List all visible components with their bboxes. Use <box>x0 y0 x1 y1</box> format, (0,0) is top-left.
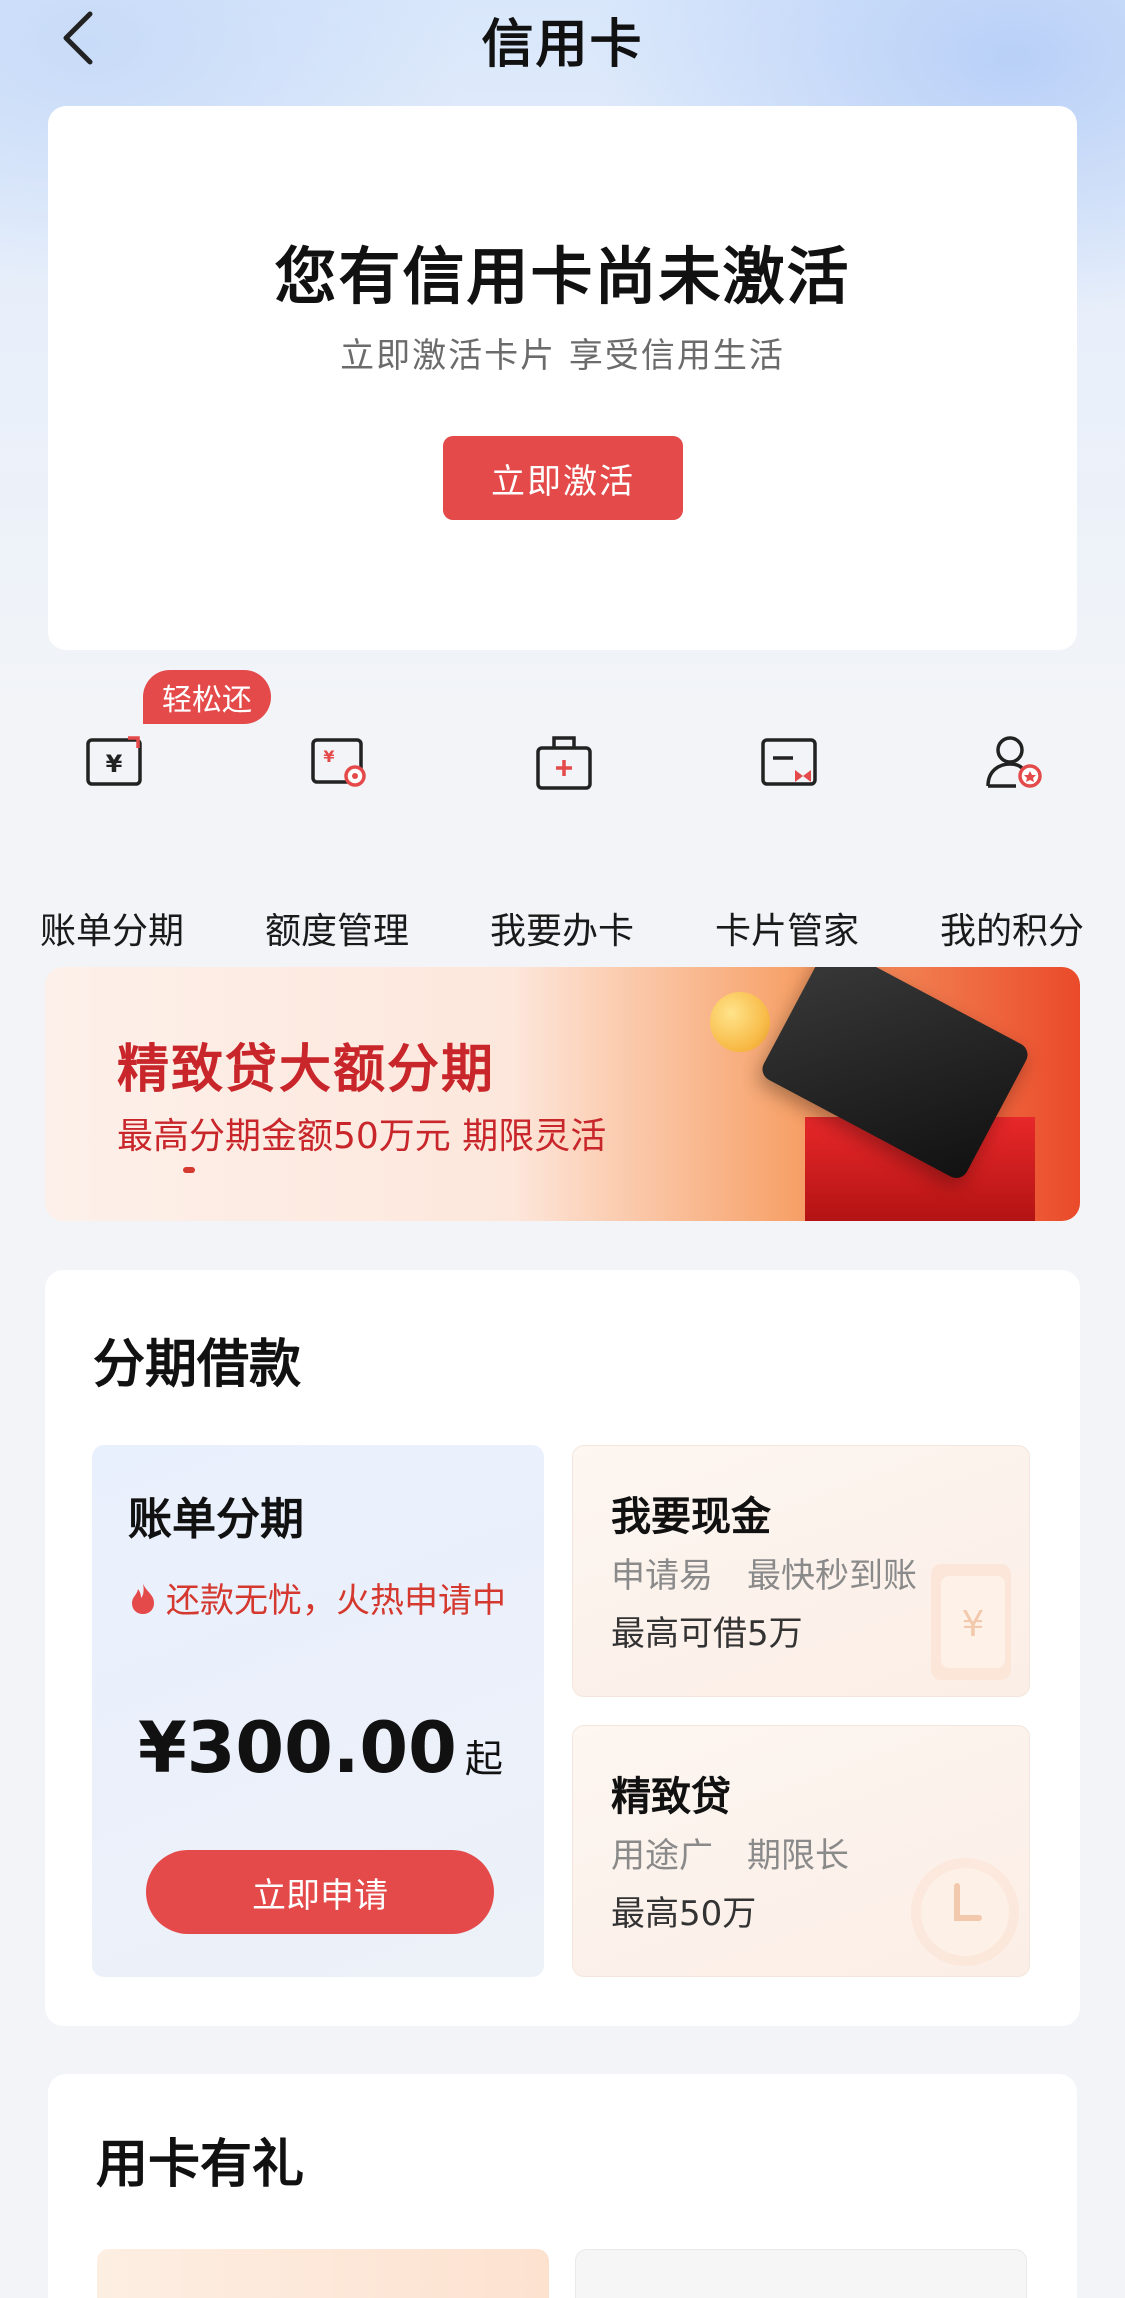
quick-item-bill-installment[interactable]: ¥ 账单分期 <box>12 730 212 952</box>
quick-item-label: 卡片管家 <box>714 911 859 952</box>
page-title: 信用卡 <box>481 15 644 75</box>
quick-item-label: 我要办卡 <box>489 911 634 952</box>
fire-icon <box>132 1582 154 1614</box>
bill-installment-icon: ¥ <box>86 736 142 786</box>
quick-item-label: 账单分期 <box>39 911 184 952</box>
bill-installment-title: 账单分期 <box>128 1494 304 1545</box>
jingzhi-loan-desc: 用途广 期限长 <box>611 1836 849 1876</box>
amount-suffix: 起 <box>464 1737 503 1781</box>
bill-installment-panel[interactable]: 账单分期 还款无忧，火热申请中 ¥300.00 起 立即申请 <box>92 1445 544 1977</box>
quick-menu: 轻松还 ¥ 账单分期 ¥ 额度管理 我要办卡 卡片管家 我的积分 <box>0 670 1125 952</box>
quick-item-my-points[interactable]: 我的积分 <box>912 730 1112 952</box>
quick-item-card-manager[interactable]: 卡片管家 <box>687 730 887 952</box>
quick-item-label: 额度管理 <box>264 911 409 952</box>
carousel-indicator <box>183 1167 195 1173</box>
svg-text:¥: ¥ <box>106 750 123 778</box>
limit-management-icon: ¥ <box>311 738 366 787</box>
cash-loan-max: 最高可借5万 <box>611 1614 803 1654</box>
banner-title: 精致贷大额分期 <box>117 1039 496 1100</box>
top-bar: 信用卡 <box>0 0 1125 76</box>
svg-text:¥: ¥ <box>323 747 334 766</box>
activation-card: 您有信用卡尚未激活 立即激活卡片 享受信用生活 立即激活 <box>48 106 1077 650</box>
promo-banner[interactable]: 精致贷大额分期 最高分期金额50万元 期限灵活 <box>45 967 1080 1221</box>
yuan-note-icon: ¥ <box>931 1564 1011 1680</box>
section-title: 分期借款 <box>93 1335 302 1395</box>
hot-promo-label: 还款无忧，火热申请中 <box>166 1581 506 1621</box>
card-manager-icon <box>761 738 817 786</box>
cash-loan-desc: 申请易 最快秒到账 <box>611 1556 917 1596</box>
quick-item-apply-card[interactable]: 我要办卡 <box>462 730 662 952</box>
apply-now-button[interactable]: 立即申请 <box>146 1850 494 1934</box>
activation-title: 您有信用卡尚未激活 <box>274 240 851 313</box>
card-rewards-card: 用卡有礼 <box>48 2074 1077 2298</box>
activate-now-button[interactable]: 立即激活 <box>443 436 683 520</box>
svg-text:¥: ¥ <box>962 1604 985 1645</box>
coin-decoration <box>710 992 770 1052</box>
cash-loan-panel[interactable]: 我要现金 申请易 最快秒到账 最高可借5万 ¥ <box>572 1445 1030 1697</box>
banner-subtitle: 最高分期金额50万元 期限灵活 <box>117 1116 607 1157</box>
cash-loan-title: 我要现金 <box>611 1494 771 1540</box>
easy-repay-badge: 轻松还 <box>143 670 271 724</box>
section-title: 用卡有礼 <box>96 2135 305 2195</box>
my-points-icon <box>986 736 1042 788</box>
jingzhi-loan-max: 最高50万 <box>611 1894 757 1934</box>
clock-icon <box>911 1858 1019 1966</box>
starting-amount: ¥300.00 起 <box>138 1707 503 1789</box>
installment-loans-card: 分期借款 账单分期 还款无忧，火热申请中 ¥300.00 起 立即申请 我要现金 … <box>45 1270 1080 2026</box>
quick-item-limit-management[interactable]: ¥ 额度管理 <box>237 730 437 952</box>
reward-panel[interactable] <box>575 2249 1027 2298</box>
jingzhi-loan-title: 精致贷 <box>611 1774 731 1820</box>
activation-subtitle: 立即激活卡片 享受信用生活 <box>340 336 785 376</box>
quick-item-label: 我的积分 <box>939 911 1084 952</box>
jingzhi-loan-panel[interactable]: 精致贷 用途广 期限长 最高50万 <box>572 1725 1030 1977</box>
hot-promo-text: 还款无忧，火热申请中 <box>128 1573 506 1622</box>
apply-card-icon <box>536 736 592 790</box>
reward-panel[interactable] <box>97 2249 549 2298</box>
amount-value: ¥300.00 <box>138 1707 457 1789</box>
